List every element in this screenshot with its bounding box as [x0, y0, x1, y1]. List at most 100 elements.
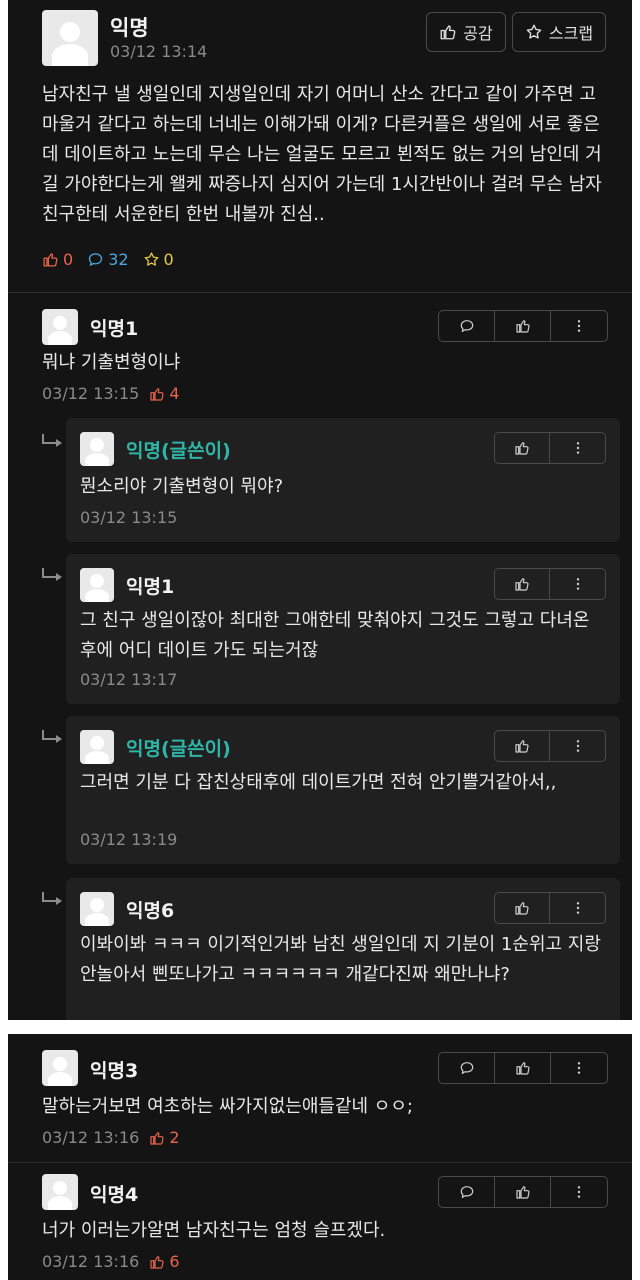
comment-like-count: 6	[149, 1252, 180, 1271]
more-button[interactable]	[550, 893, 605, 923]
post-like-count: 0	[42, 250, 73, 269]
reply-author: 익명1	[126, 576, 175, 598]
reply-button[interactable]	[439, 1177, 495, 1207]
reply-item: 익명6 이봐이봐 ㅋㅋㅋ 이기적인거봐 남친 생일인데 지 기분이 1순위고 지…	[66, 878, 620, 1020]
avatar	[80, 432, 114, 466]
more-button[interactable]	[550, 433, 605, 463]
avatar	[80, 568, 114, 602]
like-button[interactable]: 공감	[426, 12, 506, 52]
like-button[interactable]	[495, 1053, 551, 1083]
comment-meta: 03/12 13:16 2	[42, 1128, 180, 1147]
reply-author: 익명6	[126, 900, 175, 922]
divider	[8, 292, 632, 293]
reply-actions	[494, 432, 606, 464]
like-button[interactable]	[495, 311, 551, 341]
comment-author: 익명3	[90, 1060, 139, 1082]
thumbs-up-icon	[439, 23, 457, 41]
star-icon	[143, 251, 160, 268]
more-button[interactable]	[551, 1053, 607, 1083]
more-vertical-icon	[570, 440, 586, 456]
more-vertical-icon	[570, 900, 586, 916]
avatar	[80, 730, 114, 764]
reply-time: 03/12 13:17	[80, 670, 178, 689]
comment-text: 뭐냐 기출변형이냐	[42, 352, 181, 373]
comment-like-count: 2	[149, 1128, 180, 1147]
thumbs-up-icon	[514, 440, 530, 456]
reply-author: 익명(글쓴이)	[126, 440, 231, 462]
avatar	[42, 309, 78, 345]
chat-bubble-icon	[459, 1184, 475, 1200]
more-button[interactable]	[550, 731, 605, 761]
comment-like-count: 4	[149, 384, 180, 403]
reply-arrow-icon	[42, 568, 62, 581]
reply-text: 뭔소리야 기출변형이 뭐야?	[80, 476, 284, 497]
comment-time: 03/12 13:16	[42, 1252, 140, 1271]
reply-time: 03/12 13:19	[80, 830, 178, 849]
post-panel: 익명 03/12 13:14 공감 스크랩 남자친구 낼 생일인데 지생일인데 …	[8, 0, 632, 1020]
thumbs-up-icon	[515, 1060, 531, 1076]
post-comment-count: 32	[87, 250, 129, 269]
more-vertical-icon	[571, 318, 587, 334]
avatar	[42, 1050, 78, 1086]
thumbs-up-icon	[515, 1184, 531, 1200]
comment-time: 03/12 13:15	[42, 384, 140, 403]
post-scrap-count: 0	[143, 250, 174, 269]
post-author: 익명	[110, 16, 149, 40]
chat-bubble-icon	[87, 251, 104, 268]
comment-actions	[438, 310, 608, 342]
reply-button[interactable]	[439, 311, 495, 341]
more-vertical-icon	[571, 1060, 587, 1076]
chat-bubble-icon	[459, 1060, 475, 1076]
reply-item: 익명1 그 친구 생일이잖아 최대한 그애한테 맞춰야지 그것도 그렇고 다녀온…	[66, 554, 620, 704]
more-button[interactable]	[551, 311, 607, 341]
post-time: 03/12 13:14	[110, 42, 208, 61]
scrap-button-label: 스크랩	[548, 24, 594, 43]
reply-arrow-icon	[42, 730, 62, 743]
thumbs-up-icon	[514, 576, 530, 592]
star-icon	[525, 23, 543, 41]
reply-text: 이봐이봐 ㅋㅋㅋ 이기적인거봐 남친 생일인데 지 기분이 1순위고 지랑 안놀…	[80, 934, 601, 985]
comment-text: 말하는거보면 여초하는 싸가지없는애들같네 ㅇㅇ;	[42, 1096, 413, 1117]
reply-arrow-icon	[42, 892, 62, 905]
reply-text: 그 친구 생일이잖아 최대한 그애한테 맞춰야지 그것도 그렇고 다녀온 후에 …	[80, 610, 590, 661]
avatar	[42, 10, 98, 66]
reply-actions	[494, 568, 606, 600]
reply-item: 익명(글쓴이) 그러면 기분 다 잡친상태후에 데이트가면 전혀 안기쁠거같아서…	[66, 716, 620, 864]
post-body: 남자친구 낼 생일인데 지생일인데 자기 어머니 산소 간다고 같이 가주면 고…	[42, 84, 602, 225]
avatar	[80, 892, 114, 926]
thumbs-up-icon	[149, 1130, 165, 1146]
more-button[interactable]	[551, 1177, 607, 1207]
post-stats: 0 32 0	[42, 250, 174, 269]
comment-text: 너가 이러는가알면 남자친구는 엄청 슬프겠다.	[42, 1220, 386, 1241]
comments-panel: 익명3 말하는거보면 여초하는 싸가지없는애들같네 ㅇㅇ; 03/12 13:1…	[8, 1034, 632, 1280]
reply-text: 그러면 기분 다 잡친상태후에 데이트가면 전혀 안기쁠거같아서,,	[80, 772, 557, 793]
more-vertical-icon	[570, 738, 586, 754]
more-vertical-icon	[570, 576, 586, 592]
more-button[interactable]	[550, 569, 605, 599]
like-button[interactable]	[495, 1177, 551, 1207]
chat-bubble-icon	[459, 318, 475, 334]
comment-actions	[438, 1176, 608, 1208]
like-button-label: 공감	[463, 24, 493, 43]
like-button[interactable]	[495, 731, 551, 761]
comment-actions	[438, 1052, 608, 1084]
avatar	[42, 1174, 78, 1210]
reply-author: 익명(글쓴이)	[126, 738, 231, 760]
comment-time: 03/12 13:16	[42, 1128, 140, 1147]
scrap-button[interactable]: 스크랩	[512, 12, 606, 52]
comment-author: 익명4	[90, 1184, 139, 1206]
thumbs-up-icon	[42, 251, 59, 268]
reply-button[interactable]	[439, 1053, 495, 1083]
reply-time: 03/12 13:15	[80, 508, 178, 527]
like-button[interactable]	[495, 893, 551, 923]
comment-meta: 03/12 13:16 6	[42, 1252, 180, 1271]
thumbs-up-icon	[514, 900, 530, 916]
comment-author: 익명1	[90, 318, 139, 340]
reply-item: 익명(글쓴이) 뭔소리야 기출변형이 뭐야? 03/12 13:15	[66, 418, 620, 542]
reply-arrow-icon	[42, 434, 62, 447]
like-button[interactable]	[495, 433, 551, 463]
like-button[interactable]	[495, 569, 551, 599]
thumbs-up-icon	[149, 1254, 165, 1270]
reply-actions	[494, 892, 606, 924]
thumbs-up-icon	[149, 386, 165, 402]
